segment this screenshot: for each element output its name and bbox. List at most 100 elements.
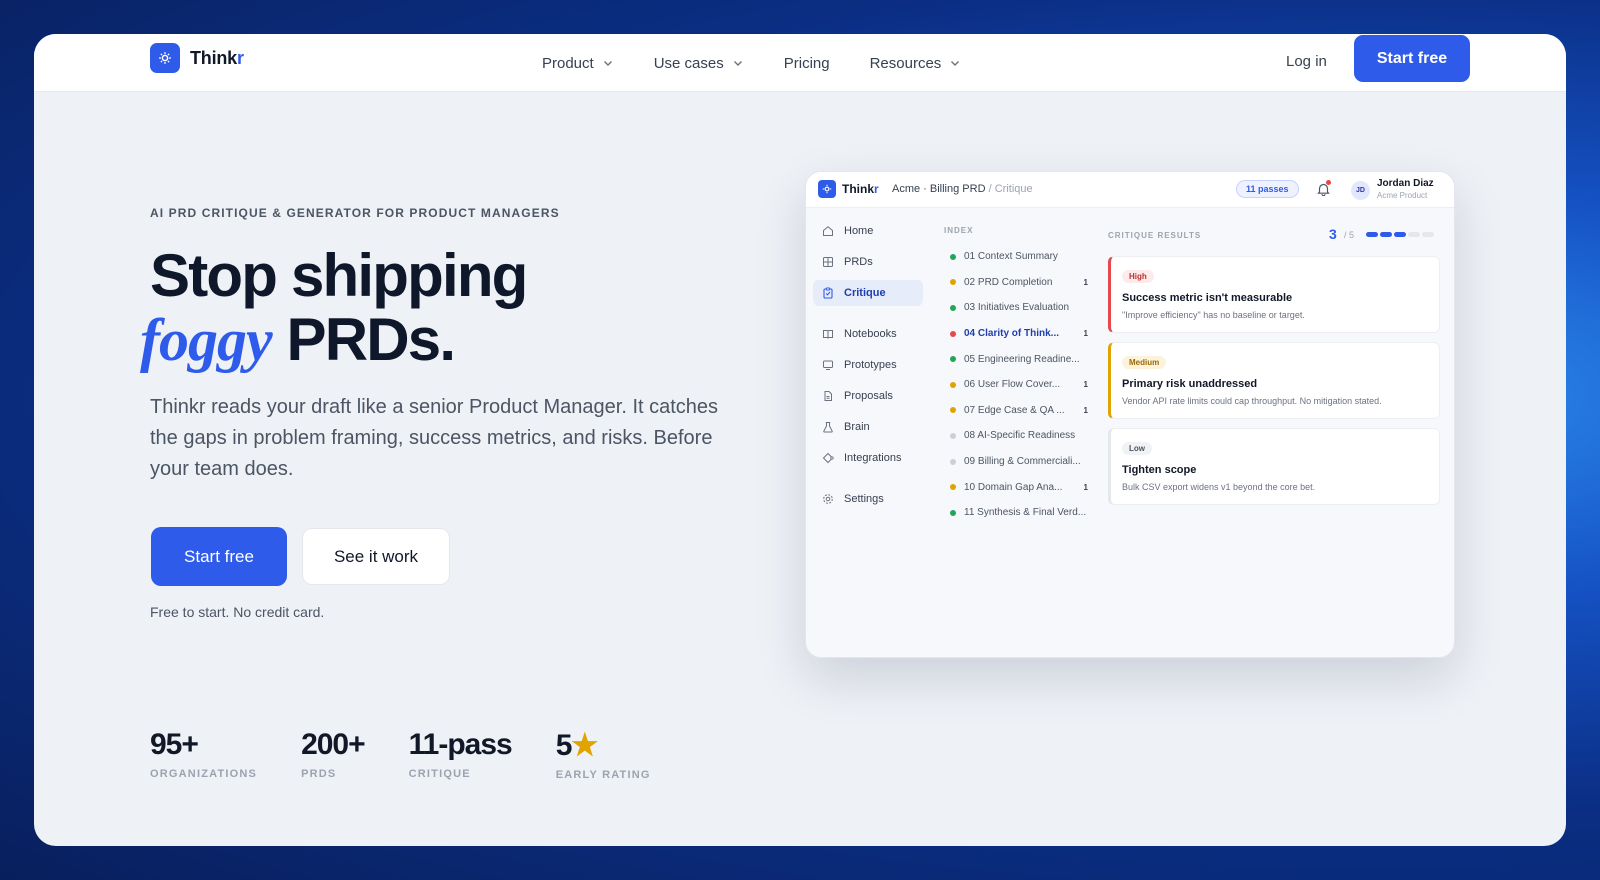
critique-card[interactable]: High Success metric isn't measurable "Impr…	[1108, 256, 1440, 333]
nav-product[interactable]: Product	[542, 55, 614, 72]
hero-fineprint: Free to start. No credit card.	[150, 604, 325, 620]
main-menu: Product Use cases Pricing Resources	[542, 34, 1001, 92]
index-item[interactable]: 11 Synthesis & Final Verd...	[944, 500, 1094, 526]
index-list: INDEX 01 Context Summary 02 PRD Completio…	[944, 226, 1094, 526]
index-item-label: 04 Clarity of Think...	[964, 328, 1060, 340]
see-it-work-button[interactable]: See it work	[302, 528, 450, 585]
sidebar-item-proposals[interactable]: Proposals	[813, 383, 923, 409]
index-item-label: 10 Domain Gap Ana...	[964, 481, 1063, 493]
severity-badge: Medium	[1122, 356, 1167, 369]
index-item[interactable]: 02 PRD Completion 1	[944, 270, 1094, 296]
login-link[interactable]: Log in	[1286, 53, 1327, 70]
nav-use-cases[interactable]: Use cases	[654, 55, 744, 72]
sidebar-item-prds[interactable]: PRDs	[813, 249, 923, 275]
home-icon	[823, 226, 833, 236]
app-topbar: Thinkr Acme · Billing PRD / Critique 11 …	[806, 172, 1454, 208]
puzzle-icon	[822, 452, 834, 464]
notification-dot	[1326, 180, 1331, 185]
index-item[interactable]: 10 Domain Gap Ana... 1	[944, 474, 1094, 500]
nav-product-label: Product	[542, 54, 594, 72]
sidebar-item-label: PRDs	[844, 256, 873, 268]
card-title: Success metric isn't measurable	[1122, 292, 1293, 304]
index-item-label: 05 Engineering Readine...	[964, 353, 1080, 365]
stat-label: ORGANIZATIONS	[150, 768, 258, 780]
index-item[interactable]: 08 AI-Specific Readiness	[944, 423, 1094, 449]
sidebar-item-label: Settings	[844, 493, 884, 505]
sidebar-item-label: Critique	[844, 287, 886, 299]
sidebar-item-prototypes[interactable]: Prototypes	[813, 352, 923, 378]
status-dot	[950, 330, 956, 337]
sidebar-item-label: Integrations	[844, 452, 902, 464]
card-title: Primary risk unaddressed	[1122, 378, 1258, 390]
stat-value: 95+	[150, 728, 199, 761]
progress-pip	[1380, 232, 1392, 237]
index-item[interactable]: 04 Clarity of Think... 1	[944, 321, 1094, 347]
card-title: Tighten scope	[1122, 464, 1197, 476]
index-item-label: 03 Initiatives Evaluation	[964, 302, 1070, 314]
index-item[interactable]: 07 Edge Case & QA ... 1	[944, 398, 1094, 424]
grid-icon	[823, 257, 833, 267]
critique-results: CRITIQUE RESULTS 3 / 5 High Success metri…	[1108, 226, 1440, 514]
nav-pricing-label: Pricing	[783, 54, 830, 72]
nav-pricing[interactable]: Pricing	[784, 55, 830, 72]
sidebar-item-brain[interactable]: Brain	[813, 414, 923, 440]
card-body: Vendor API rate limits could cap through…	[1122, 396, 1382, 406]
stat-organizations: 95+ ORGANIZATIONS	[150, 728, 257, 781]
breadcrumb: Acme · Billing PRD / Critique	[892, 183, 1033, 195]
sidebar-item-label: Prototypes	[844, 359, 897, 371]
index-item[interactable]: 05 Engineering Readine...	[944, 346, 1094, 372]
critique-header: CRITIQUE RESULTS 3 / 5	[1108, 226, 1440, 244]
progress-pip	[1394, 232, 1406, 237]
critique-card[interactable]: Low Tighten scope Bulk CSV export widens v…	[1108, 428, 1440, 505]
critique-card[interactable]: Medium Primary risk unaddressed Vendor API…	[1108, 342, 1440, 419]
chevron-down-icon	[951, 61, 960, 66]
issue-count: 1	[1083, 405, 1088, 415]
gear-icon	[823, 494, 833, 504]
breadcrumb-current: / Critique	[988, 183, 1033, 195]
index-item[interactable]: 09 Billing & Commerciali...	[944, 449, 1094, 475]
stat-rating: 5★ EARLY RATING	[556, 728, 651, 781]
critique-title: CRITIQUE RESULTS	[1108, 231, 1202, 240]
sidebar-item-integrations[interactable]: Integrations	[813, 445, 923, 471]
passes-badge: 11 passes	[1236, 180, 1299, 198]
sidebar-item-critique[interactable]: Critique	[813, 280, 923, 306]
severity-badge: High	[1122, 270, 1154, 283]
logo[interactable]: Thinkr	[150, 43, 244, 73]
status-dot	[950, 484, 956, 491]
sidebar-item-label: Brain	[844, 421, 870, 433]
critique-current: 3	[1329, 226, 1337, 242]
start-free-button[interactable]: Start free	[151, 527, 287, 586]
index-item[interactable]: 06 User Flow Cover... 1	[944, 372, 1094, 398]
hero-headline: Stop shipping foggy PRDs.	[140, 244, 528, 373]
chevron-down-icon	[733, 61, 742, 66]
critique-total: / 5	[1344, 230, 1355, 240]
sidebar-item-home[interactable]: Home	[813, 218, 923, 244]
book-icon	[823, 330, 833, 339]
sidebar-item-notebooks[interactable]: Notebooks	[813, 321, 923, 347]
status-dot	[950, 304, 956, 311]
index-item-label: 02 PRD Completion	[964, 276, 1053, 288]
status-dot	[950, 253, 956, 260]
start-free-nav-button[interactable]: Start free	[1354, 35, 1470, 82]
status-dot	[950, 407, 956, 414]
hero-eyebrow: AI PRD CRITIQUE & GENERATOR FOR PRODUCT …	[150, 206, 560, 220]
index-item-label: 08 AI-Specific Readiness	[964, 430, 1076, 442]
index-item-label: 06 User Flow Cover...	[964, 379, 1061, 391]
app-logo: Thinkr	[818, 180, 879, 198]
headline-prds: PRDs.	[286, 306, 457, 373]
index-item[interactable]: 01 Context Summary	[944, 244, 1094, 270]
critique-progress	[1366, 232, 1436, 237]
progress-pip	[1366, 232, 1378, 237]
sidebar-item-settings[interactable]: Settings	[813, 486, 923, 512]
progress-pip	[1408, 232, 1420, 237]
status-dot	[950, 432, 956, 439]
breadcrumb-doc[interactable]: Acme · Billing PRD	[892, 183, 986, 195]
nav-resources[interactable]: Resources	[870, 55, 962, 72]
avatar[interactable]: JD	[1351, 181, 1370, 200]
index-item[interactable]: 03 Initiatives Evaluation	[944, 295, 1094, 321]
file-icon	[824, 391, 832, 401]
top-nav: Thinkr Product Use cases Pricing Resourc…	[34, 34, 1566, 92]
monitor-icon	[823, 360, 833, 370]
stat-label: CRITIQUE	[408, 768, 471, 780]
bulb-icon	[150, 43, 180, 73]
